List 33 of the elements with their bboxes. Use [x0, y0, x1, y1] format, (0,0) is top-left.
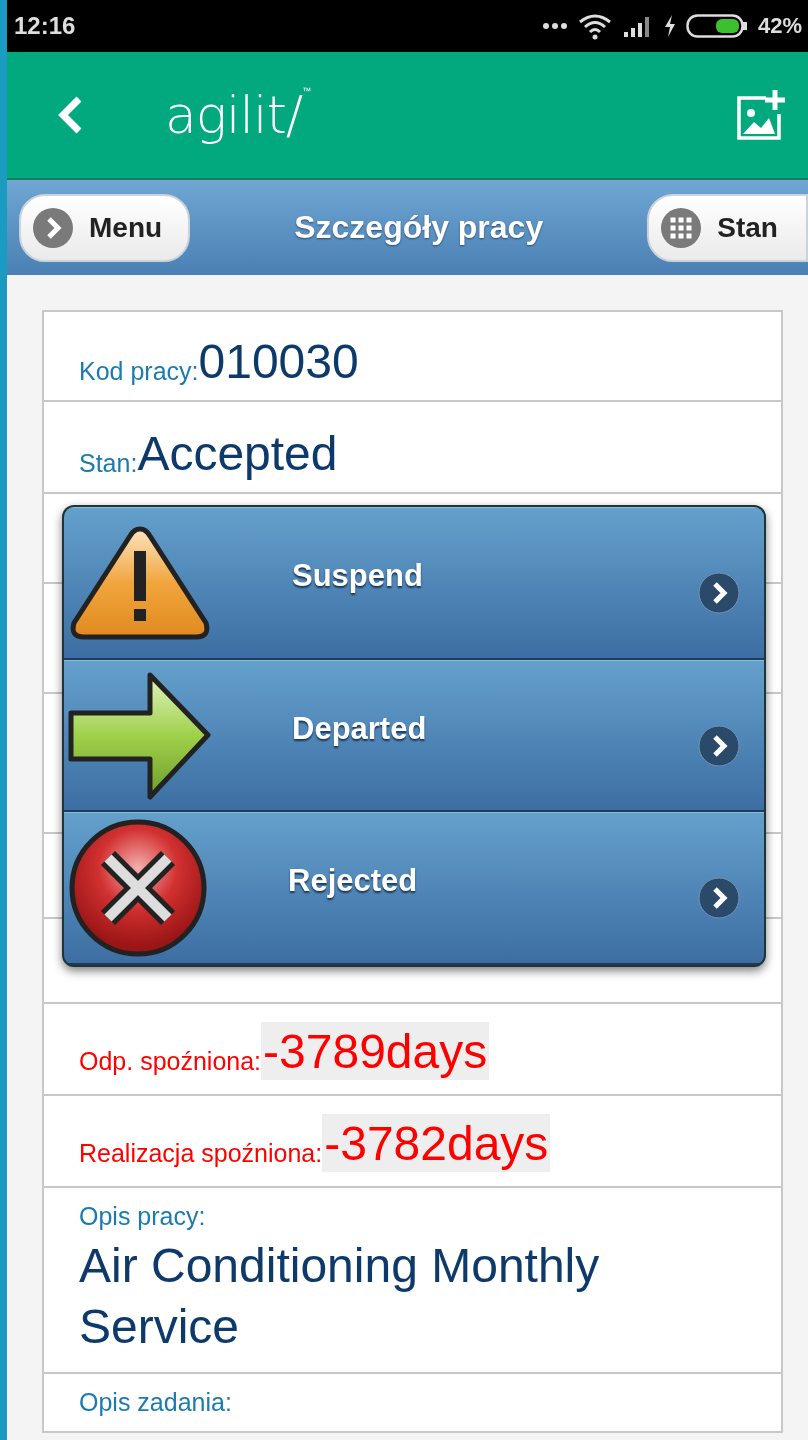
- status-option[interactable]: Rejected: [64, 812, 764, 965]
- field-label: Stan:: [79, 449, 138, 477]
- field-label: Opis pracy:: [79, 1202, 207, 1231]
- overdue-value: -3789days: [261, 1022, 490, 1080]
- overdue-value: -3782days: [322, 1114, 551, 1172]
- field-value: 010030: [198, 338, 359, 386]
- battery-icon: [685, 14, 748, 38]
- chevron-circle-icon: [33, 207, 73, 248]
- status-time: 12:16: [14, 12, 76, 40]
- status-button[interactable]: Stan: [647, 193, 808, 262]
- field-label: Odp. spoźniona:: [79, 1047, 262, 1076]
- menu-button[interactable]: Menu: [19, 193, 191, 262]
- field-value: Air Conditioning Monthly Service: [79, 1238, 601, 1356]
- status-option[interactable]: Departed: [64, 659, 764, 813]
- chevron-circle-icon: [698, 724, 740, 767]
- chevron-circle-icon: [698, 571, 740, 614]
- more-dots-icon: [541, 22, 568, 30]
- trademark-mark: ™: [302, 86, 312, 96]
- page-title: Szczegóły pracy: [294, 209, 544, 246]
- app-logo: agilit/: [165, 85, 303, 145]
- field-label: Opis zadania:: [79, 1387, 233, 1417]
- field-value: Accepted: [137, 430, 338, 478]
- wifi-icon: [577, 12, 612, 40]
- status-option[interactable]: Suspend: [64, 507, 764, 660]
- field-label: Realizacja spoźniona:: [79, 1139, 323, 1168]
- chevron-circle-icon: [698, 877, 740, 920]
- charging-icon: [663, 15, 676, 37]
- grid-icon: [661, 207, 702, 248]
- right-arrow-icon: [68, 670, 212, 801]
- cancel-icon: [68, 818, 208, 959]
- field-label: Kod pracy:: [79, 357, 199, 386]
- battery-percentage: 42%: [757, 13, 802, 39]
- add-image-icon[interactable]: [736, 88, 786, 142]
